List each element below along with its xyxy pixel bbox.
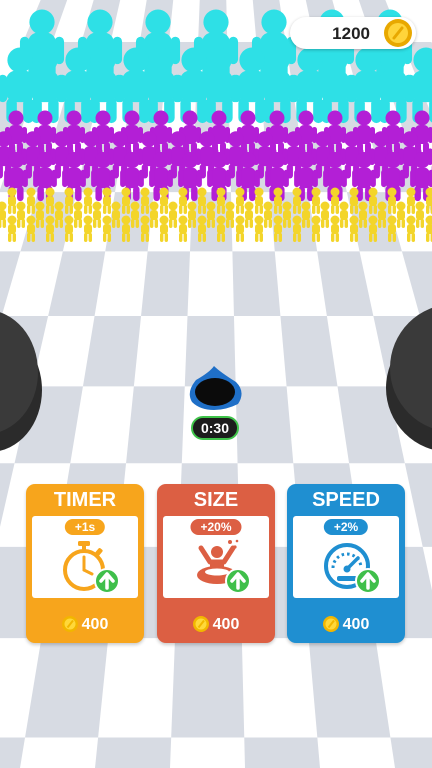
stopwatch-icon: [63, 541, 120, 594]
stickman: [425, 215, 432, 242]
price-value: 400: [212, 616, 240, 633]
price-value: 400: [342, 616, 370, 633]
card-title: SPEED: [312, 489, 380, 511]
price-label: 400: [287, 614, 405, 636]
stickman: [425, 187, 432, 214]
stickman: [0, 201, 7, 228]
speedometer-icon: [324, 543, 381, 594]
size-figure-icon: [197, 539, 251, 594]
coin-counter: 1200: [290, 17, 416, 49]
price-label: 400: [26, 614, 144, 636]
bonus-badge: +20%: [190, 519, 242, 535]
round-timer: 0:30: [191, 416, 239, 440]
gold-coin-icon: [384, 19, 412, 47]
bonus-badge: +2%: [323, 519, 369, 535]
price-label: 400: [157, 614, 275, 636]
card-title: SIZE: [193, 489, 239, 511]
card-body: +1s: [32, 516, 138, 598]
game-scene: [0, 0, 432, 768]
coin-icon: [192, 616, 209, 632]
size-upgrade-card[interactable]: SIZE +20% 400: [157, 484, 275, 643]
coin-amount: 1200: [332, 24, 370, 43]
card-title: TIMER: [53, 489, 117, 511]
coin-icon: [322, 616, 339, 632]
card-body: +2%: [293, 516, 399, 598]
speed-upgrade-card[interactable]: SPEED +2% 400: [287, 484, 405, 643]
timer-upgrade-card[interactable]: TIMER +1s 400: [26, 484, 144, 643]
bonus-badge: +1s: [64, 519, 106, 535]
price-value: 400: [81, 616, 109, 633]
card-body: +20%: [163, 516, 269, 598]
coin-icon: [61, 616, 78, 632]
